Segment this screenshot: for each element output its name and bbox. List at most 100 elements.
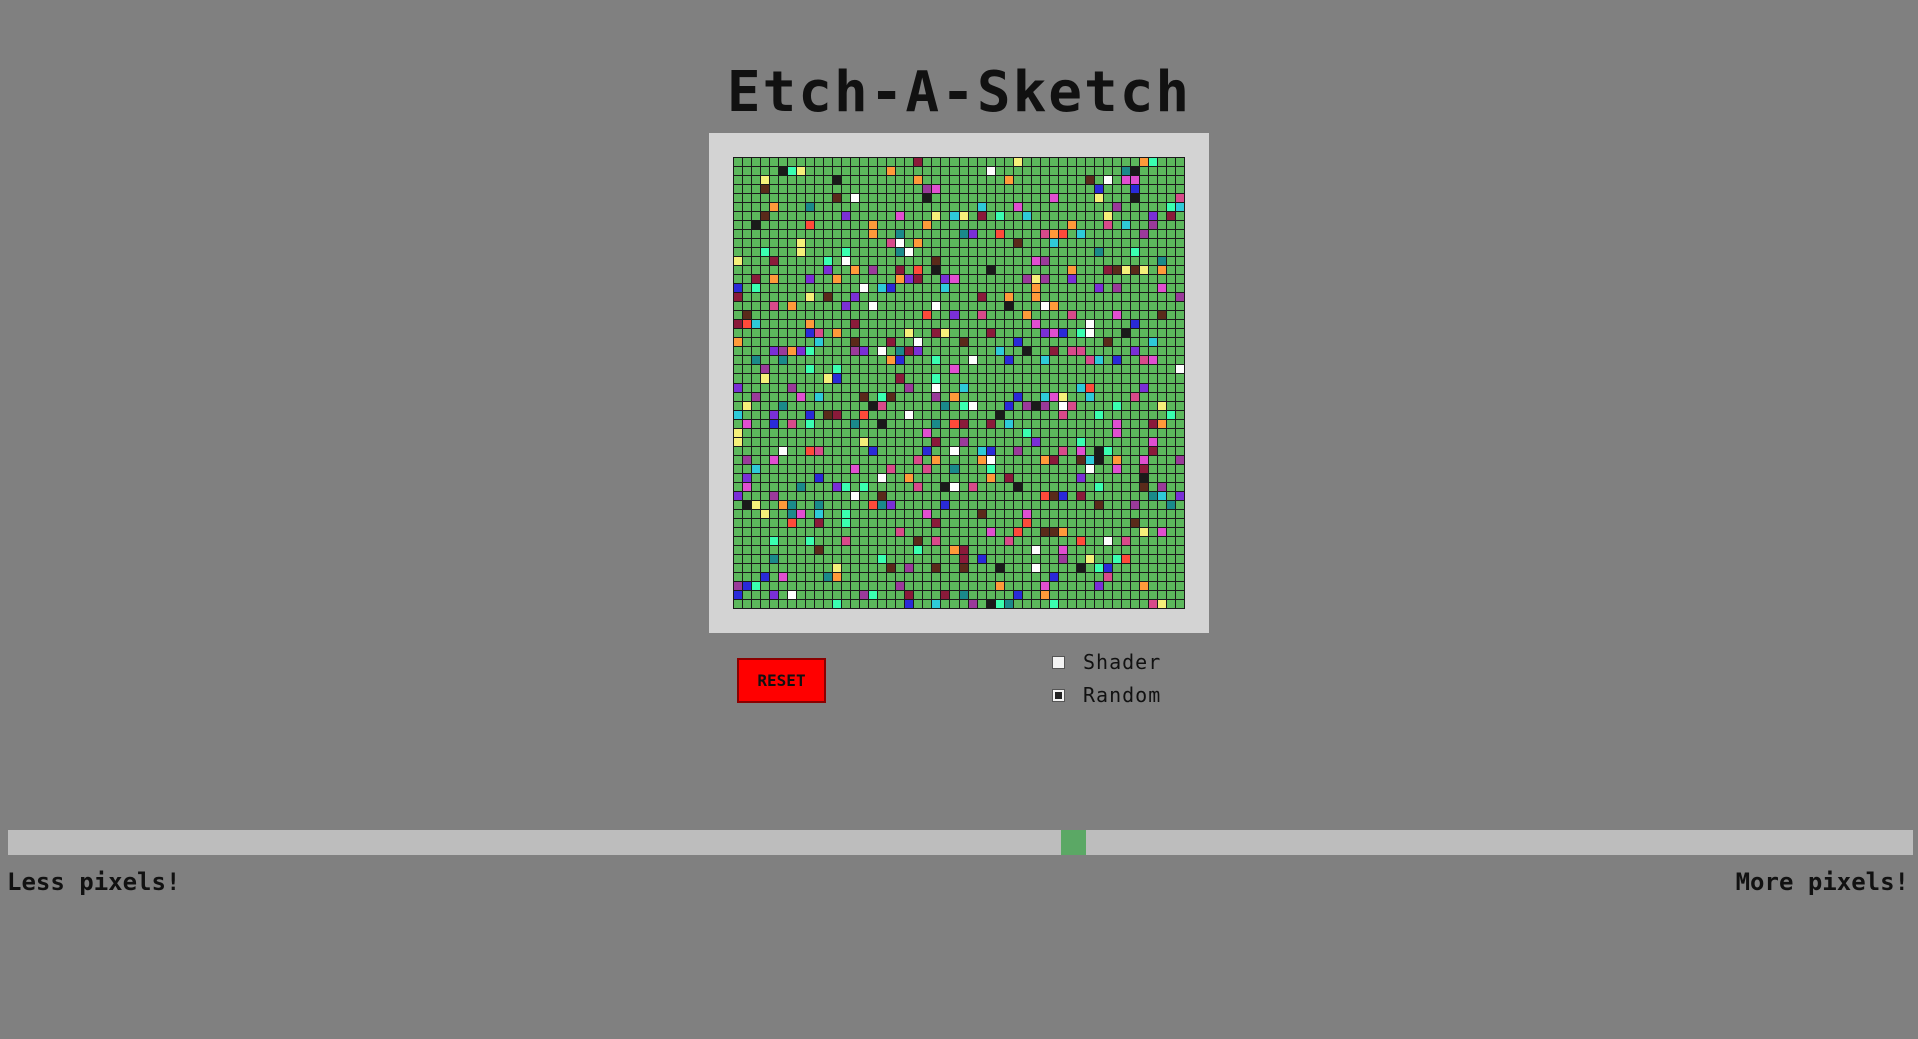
grid-cell[interactable] — [950, 581, 959, 590]
grid-cell[interactable] — [1085, 167, 1094, 176]
grid-cell[interactable] — [806, 509, 815, 518]
grid-cell[interactable] — [734, 338, 743, 347]
grid-cell[interactable] — [797, 491, 806, 500]
grid-cell[interactable] — [887, 356, 896, 365]
grid-cell[interactable] — [1022, 284, 1031, 293]
grid-cell[interactable] — [770, 293, 779, 302]
grid-cell[interactable] — [824, 338, 833, 347]
grid-cell[interactable] — [815, 284, 824, 293]
grid-cell[interactable] — [752, 473, 761, 482]
grid-cell[interactable] — [1049, 275, 1058, 284]
grid-cell[interactable] — [1022, 392, 1031, 401]
grid-cell[interactable] — [1076, 176, 1085, 185]
grid-cell[interactable] — [1103, 392, 1112, 401]
grid-cell[interactable] — [950, 446, 959, 455]
grid-cell[interactable] — [1031, 167, 1040, 176]
grid-cell[interactable] — [761, 185, 770, 194]
grid-cell[interactable] — [1013, 410, 1022, 419]
grid-cell[interactable] — [905, 293, 914, 302]
grid-cell[interactable] — [1112, 347, 1121, 356]
grid-cell[interactable] — [752, 221, 761, 230]
grid-cell[interactable] — [1166, 563, 1175, 572]
grid-cell[interactable] — [1175, 266, 1184, 275]
grid-cell[interactable] — [1157, 464, 1166, 473]
grid-cell[interactable] — [770, 266, 779, 275]
grid-cell[interactable] — [833, 338, 842, 347]
grid-cell[interactable] — [1157, 392, 1166, 401]
grid-cell[interactable] — [1049, 599, 1058, 608]
grid-cell[interactable] — [1022, 545, 1031, 554]
grid-cell[interactable] — [914, 284, 923, 293]
grid-cell[interactable] — [833, 518, 842, 527]
grid-cell[interactable] — [1139, 167, 1148, 176]
grid-cell[interactable] — [734, 356, 743, 365]
grid-cell[interactable] — [797, 554, 806, 563]
grid-cell[interactable] — [770, 572, 779, 581]
grid-cell[interactable] — [1103, 455, 1112, 464]
grid-cell[interactable] — [1049, 527, 1058, 536]
grid-cell[interactable] — [806, 320, 815, 329]
grid-cell[interactable] — [797, 239, 806, 248]
grid-cell[interactable] — [950, 356, 959, 365]
grid-cell[interactable] — [815, 221, 824, 230]
grid-cell[interactable] — [824, 491, 833, 500]
grid-cell[interactable] — [887, 302, 896, 311]
grid-cell[interactable] — [878, 284, 887, 293]
grid-cell[interactable] — [1130, 563, 1139, 572]
grid-cell[interactable] — [833, 500, 842, 509]
grid-cell[interactable] — [770, 482, 779, 491]
grid-cell[interactable] — [1139, 428, 1148, 437]
grid-cell[interactable] — [1112, 230, 1121, 239]
grid-cell[interactable] — [770, 581, 779, 590]
grid-cell[interactable] — [1058, 293, 1067, 302]
grid-cell[interactable] — [1112, 401, 1121, 410]
grid-cell[interactable] — [770, 428, 779, 437]
grid-cell[interactable] — [1148, 239, 1157, 248]
grid-cell[interactable] — [797, 527, 806, 536]
grid-cell[interactable] — [869, 599, 878, 608]
grid-cell[interactable] — [1013, 392, 1022, 401]
grid-cell[interactable] — [1067, 527, 1076, 536]
grid-cell[interactable] — [770, 383, 779, 392]
grid-cell[interactable] — [1076, 464, 1085, 473]
grid-cell[interactable] — [932, 284, 941, 293]
grid-cell[interactable] — [1166, 599, 1175, 608]
grid-cell[interactable] — [1076, 410, 1085, 419]
grid-cell[interactable] — [1121, 500, 1130, 509]
grid-cell[interactable] — [968, 167, 977, 176]
grid-cell[interactable] — [941, 293, 950, 302]
grid-cell[interactable] — [986, 401, 995, 410]
grid-cell[interactable] — [752, 302, 761, 311]
grid-cell[interactable] — [806, 248, 815, 257]
grid-cell[interactable] — [977, 311, 986, 320]
grid-cell[interactable] — [1157, 329, 1166, 338]
grid-cell[interactable] — [968, 176, 977, 185]
grid-cell[interactable] — [1121, 275, 1130, 284]
grid-cell[interactable] — [941, 491, 950, 500]
grid-cell[interactable] — [1121, 536, 1130, 545]
grid-cell[interactable] — [770, 527, 779, 536]
grid-cell[interactable] — [1004, 347, 1013, 356]
grid-cell[interactable] — [905, 194, 914, 203]
grid-cell[interactable] — [914, 599, 923, 608]
grid-cell[interactable] — [995, 158, 1004, 167]
grid-cell[interactable] — [1067, 401, 1076, 410]
grid-cell[interactable] — [887, 347, 896, 356]
grid-cell[interactable] — [968, 356, 977, 365]
grid-cell[interactable] — [734, 581, 743, 590]
grid-cell[interactable] — [1022, 185, 1031, 194]
grid-cell[interactable] — [1175, 284, 1184, 293]
grid-cell[interactable] — [1067, 239, 1076, 248]
grid-cell[interactable] — [824, 464, 833, 473]
grid-cell[interactable] — [977, 266, 986, 275]
grid-cell[interactable] — [905, 275, 914, 284]
grid-cell[interactable] — [761, 230, 770, 239]
grid-cell[interactable] — [905, 302, 914, 311]
grid-cell[interactable] — [833, 275, 842, 284]
grid-cell[interactable] — [1148, 563, 1157, 572]
grid-cell[interactable] — [923, 374, 932, 383]
grid-cell[interactable] — [1139, 455, 1148, 464]
grid-cell[interactable] — [1004, 473, 1013, 482]
grid-cell[interactable] — [1022, 590, 1031, 599]
grid-cell[interactable] — [734, 545, 743, 554]
